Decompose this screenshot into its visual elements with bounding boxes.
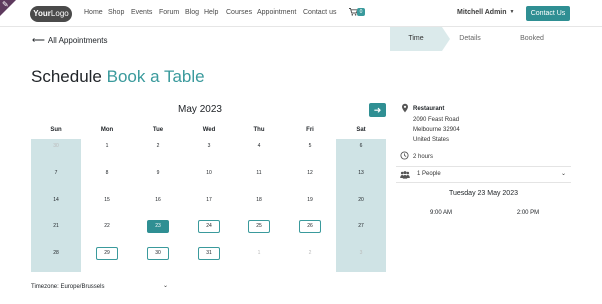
nav-link-shop[interactable]: Shop [108,9,124,16]
calendar-day: 2 [308,250,312,256]
nav-link-events[interactable]: Events [131,9,152,16]
user-name: Mitchell Admin [457,9,507,16]
user-menu[interactable]: Mitchell Admin ▼ [457,9,514,16]
calendar-day: 7 [54,170,58,176]
venue-name: Restaurant [413,106,445,112]
calendar-day: 12 [307,170,313,176]
calendar-day: 11 [256,170,262,176]
calendar-day[interactable]: 25 [248,220,270,233]
weekday-header: Thu [253,127,265,133]
calendar-month: May 2023 [178,104,222,115]
nav-link-blog[interactable]: Blog [185,9,199,16]
duration-text: 2 hours [413,154,434,160]
calendar-day: 21 [53,223,59,229]
weekday-header: Mon [100,127,114,133]
selected-date-heading: Tuesday 23 May 2023 [448,190,518,197]
title-prefix: Schedule [31,67,102,86]
calendar-day: 17 [206,197,212,203]
pencil-icon[interactable]: ✎ [2,0,9,9]
cart-count-badge: 0 [357,8,365,16]
calendar-day: 15 [104,197,110,203]
nav-link-contact[interactable]: Contact us [303,9,336,16]
nav-link-help[interactable]: Help [204,9,218,16]
calendar-day: 20 [358,197,364,203]
step-arrow-shape [442,27,450,51]
clock-icon [400,151,409,160]
back-link[interactable]: ⟵ All Appointments [32,35,108,46]
calendar-day: 16 [155,197,161,203]
page-title: Schedule Book a Table [31,67,205,87]
back-link-label: All Appointments [47,36,108,45]
timezone-select[interactable]: Timezone: Europe/Brussels [31,284,104,290]
weekday-header: Sun [50,127,62,133]
calendar-day: 22 [104,223,110,229]
calendar-day: 18 [256,197,262,203]
caret-down-icon: ▼ [509,9,515,16]
step-time: Time [390,27,442,51]
next-month-button[interactable]: ➜ [369,103,386,117]
nav-link-forum[interactable]: Forum [159,9,179,16]
nav-link-home[interactable]: Home [84,9,103,16]
calendar-day: 5 [308,143,312,149]
chevron-down-icon[interactable]: ⌄ [163,282,168,289]
contact-us-button[interactable]: Contact Us [526,6,570,21]
address-line: Melbourne 32904 [413,127,460,133]
nav-link-courses[interactable]: Courses [226,9,252,16]
chevron-down-icon: ⌄ [560,171,566,177]
calendar-day: 6 [359,143,363,149]
step-booked: Booked [520,35,544,42]
calendar-day: 19 [307,197,313,203]
calendar-day: 28 [53,250,59,256]
weekday-header: Tue [152,127,164,133]
site-logo[interactable]: YourLogo [30,6,72,22]
calendar-day: 13 [358,170,364,176]
address-line: 2090 Feast Road [413,117,460,123]
title-appointment-name: Book a Table [106,67,205,86]
nav-link-appointment[interactable]: Appointment [257,9,296,16]
calendar-day[interactable]: 24 [198,220,220,233]
calendar-day: 2 [156,143,160,149]
calendar-day: 4 [257,143,261,149]
calendar-day: 3 [359,250,363,256]
calendar-day: 14 [53,197,59,203]
calendar-day: 8 [105,170,109,176]
calendar-day: 10 [206,170,212,176]
arrow-right-icon: ➜ [373,105,382,115]
calendar-day: 1 [105,143,109,149]
calendar-day[interactable]: 26 [299,220,321,233]
calendar-day: 27 [358,223,364,229]
top-navbar: ✎ YourLogo Home Shop Events Forum Blog H… [0,0,602,27]
people-count: 1 People [417,171,441,177]
calendar-day: 9 [156,170,160,176]
weekday-header: Sat [356,127,366,133]
time-slot[interactable]: 9:00 AM [419,210,463,216]
people-select[interactable]: 1 People ⌄ [396,166,571,183]
calendar-day[interactable]: 30 [147,247,169,260]
calendar-day[interactable]: 29 [96,247,118,260]
location-pin-icon [402,103,408,113]
time-slot[interactable]: 2:00 PM [506,210,550,216]
calendar-day[interactable]: 23 [147,220,169,233]
step-details: Details [459,35,481,42]
weekday-header: Fri [306,127,314,133]
users-icon [400,171,410,179]
address-line: United States [413,137,450,143]
arrow-left-icon: ⟵ [32,35,45,45]
weekday-header: Wed [202,127,216,133]
calendar-day: 3 [207,143,211,149]
calendar-day: 1 [257,250,261,256]
calendar-day: 30 [53,143,59,149]
calendar-day[interactable]: 31 [198,247,220,260]
